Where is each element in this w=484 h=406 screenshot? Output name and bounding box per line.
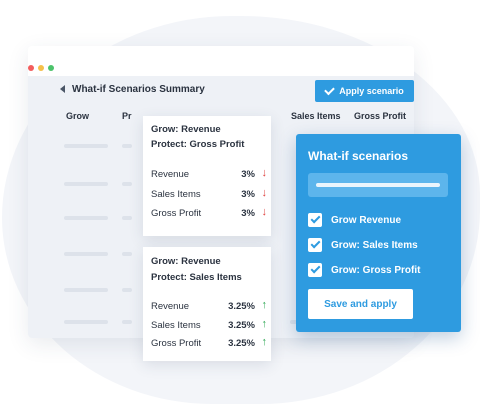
check-icon xyxy=(324,84,336,95)
scenario-name-input[interactable] xyxy=(308,173,448,197)
arrow-down-icon: ↓ xyxy=(261,187,268,199)
column-header-gross-profit[interactable]: Gross Profit xyxy=(354,111,406,121)
back-icon[interactable] xyxy=(60,85,65,93)
what-if-scenarios-panel: What-if scenarios Grow Revenue Grow: Sal… xyxy=(296,134,461,332)
card-grow-label: Grow: Revenue xyxy=(151,256,221,267)
panel-title: What-if scenarios xyxy=(308,149,409,163)
maximize-window-dot[interactable] xyxy=(48,65,54,71)
card-row-label: Sales Items xyxy=(151,320,201,331)
table-row xyxy=(122,216,132,220)
table-row xyxy=(64,216,108,220)
option-grow-revenue[interactable]: Grow Revenue xyxy=(308,211,401,229)
card-row-label: Revenue xyxy=(151,169,190,180)
window-topbar xyxy=(28,46,414,76)
minimize-window-dot[interactable] xyxy=(38,65,44,71)
card-row-label: Revenue xyxy=(151,301,190,312)
table-row xyxy=(64,144,108,148)
table-row xyxy=(122,320,132,324)
option-label: Grow: Gross Profit xyxy=(331,264,421,276)
card-grow-label: Grow: Revenue xyxy=(151,124,221,135)
table-row xyxy=(122,144,132,148)
table-row xyxy=(122,182,132,186)
input-text-placeholder xyxy=(316,183,440,187)
card-row-value: 3.25% xyxy=(228,301,255,312)
card-protect-label: Protect: Sales Items xyxy=(151,272,242,283)
checkbox-checked-icon[interactable] xyxy=(308,263,322,277)
card-row-value: 3.25% xyxy=(228,338,255,349)
column-header-protect[interactable]: Pr xyxy=(122,111,132,121)
table-row xyxy=(122,252,132,256)
scenario-card-1[interactable]: Grow: Revenue Protect: Gross Profit Reve… xyxy=(143,116,271,236)
card-row-label: Sales Items xyxy=(151,189,201,200)
table-row xyxy=(122,288,132,292)
apply-scenario-button[interactable]: Apply scenario xyxy=(315,80,414,102)
table-row xyxy=(64,288,108,292)
close-window-dot[interactable] xyxy=(28,65,34,71)
scenario-card-2[interactable]: Grow: Revenue Protect: Sales Items Reven… xyxy=(143,247,271,361)
card-protect-label: Protect: Gross Profit xyxy=(151,139,245,150)
option-label: Grow: Sales Items xyxy=(331,239,418,251)
save-and-apply-button[interactable]: Save and apply xyxy=(308,289,413,319)
arrow-up-icon: ↑ xyxy=(261,336,268,348)
option-grow-gross-profit[interactable]: Grow: Gross Profit xyxy=(308,261,420,279)
card-row-value: 3% xyxy=(241,208,255,219)
apply-scenario-label: Apply scenario xyxy=(339,86,404,96)
table-row xyxy=(64,252,108,256)
page-titlebar: What-if Scenarios Summary Apply scenario xyxy=(28,76,414,104)
arrow-down-icon: ↓ xyxy=(261,206,268,218)
arrow-up-icon: ↑ xyxy=(261,299,268,311)
table-row xyxy=(64,182,108,186)
page-title: What-if Scenarios Summary xyxy=(72,84,205,95)
card-row-label: Gross Profit xyxy=(151,338,202,349)
card-row-label: Gross Profit xyxy=(151,208,202,219)
option-label: Grow Revenue xyxy=(331,214,402,226)
option-grow-sales-items[interactable]: Grow: Sales Items xyxy=(308,236,418,254)
card-row-value: 3% xyxy=(241,169,255,180)
column-header-grow[interactable]: Grow xyxy=(66,111,89,121)
checkbox-checked-icon[interactable] xyxy=(308,213,322,227)
arrow-down-icon: ↓ xyxy=(261,167,268,179)
card-row-value: 3% xyxy=(241,189,255,200)
arrow-up-icon: ↑ xyxy=(261,318,268,330)
card-row-value: 3.25% xyxy=(228,320,255,331)
column-header-sales-items[interactable]: Sales Items xyxy=(291,111,341,121)
table-row xyxy=(64,320,108,324)
checkbox-checked-icon[interactable] xyxy=(308,238,322,252)
